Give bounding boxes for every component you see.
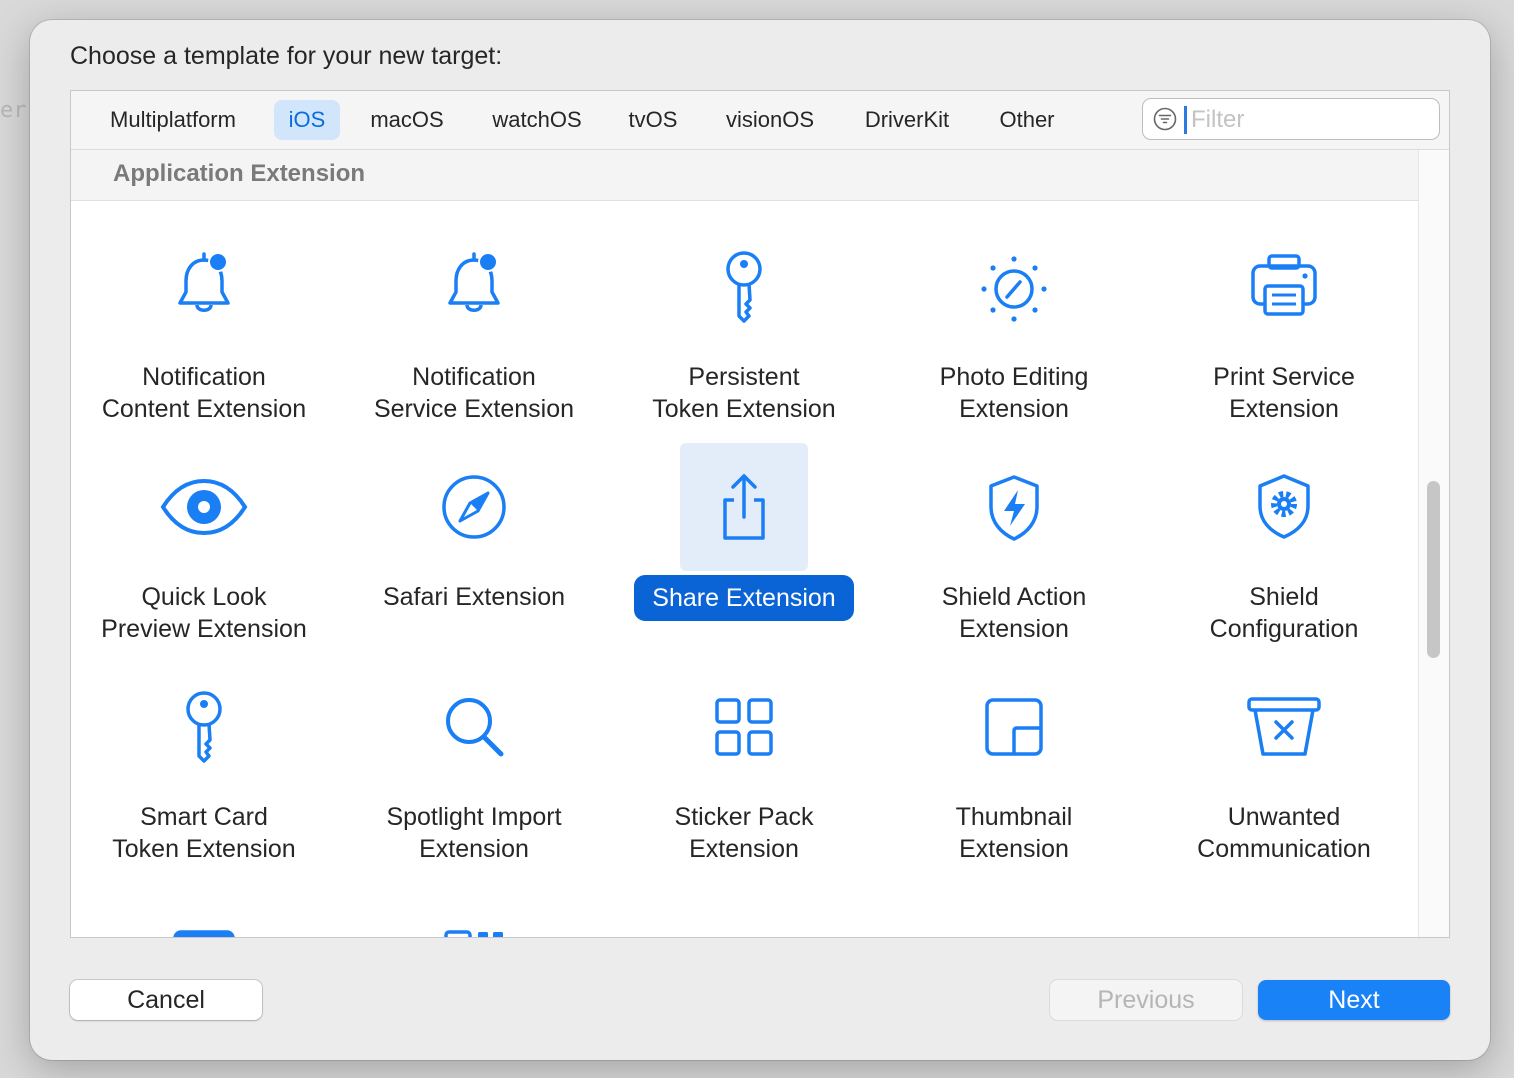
filter-input[interactable] (1189, 103, 1433, 137)
template-print-service-extension[interactable]: Print Service Extension (1154, 211, 1414, 423)
section-title: Application Extension (113, 160, 366, 187)
key-icon (726, 251, 762, 323)
shield-gear-icon (1258, 474, 1310, 539)
template-panel: Multiplatform iOS macOS watchOS tvOS vis… (70, 90, 1450, 938)
template-label: Shield Action Extension (941, 583, 1087, 643)
template-notification-content-extension[interactable]: Notification Content Extension (74, 211, 334, 423)
icon-container (410, 443, 538, 571)
template-safari-extension[interactable]: Safari Extension (344, 431, 604, 641)
icon-container (680, 223, 808, 351)
compass-icon (442, 475, 506, 539)
template-label: Quick Look Preview Extension (101, 583, 307, 643)
icon-container (950, 663, 1078, 791)
magnifying-glass-icon (446, 698, 504, 757)
icon-container (140, 443, 268, 571)
template-persistent-token-extension[interactable]: Persistent Token Extension (614, 211, 874, 423)
background-window-text: er (0, 98, 27, 123)
icon-container (1220, 443, 1348, 571)
icon-container (140, 223, 268, 351)
icon-container (950, 443, 1078, 571)
template-label: Safari Extension (382, 583, 566, 611)
tab-tvos[interactable]: tvOS (615, 100, 691, 140)
template-label: Print Service Extension (1213, 363, 1355, 423)
filter-field[interactable] (1142, 98, 1440, 140)
template-label: Notification Service Extension (373, 363, 575, 423)
tab-other[interactable]: Other (983, 100, 1071, 140)
calendar-window-icon (173, 930, 235, 937)
template-label: Thumbnail Extension (955, 803, 1073, 863)
widget-grid-icon (444, 930, 503, 937)
previous-button[interactable]: Previous (1050, 980, 1242, 1020)
bell-badge-icon (178, 252, 230, 312)
icon-container (140, 883, 268, 937)
template-thumbnail-extension[interactable]: Thumbnail Extension (884, 651, 1144, 863)
eye-icon (160, 478, 248, 536)
template-shield-configuration[interactable]: Shield Configuration (1154, 431, 1414, 643)
icon-container (140, 663, 268, 791)
template-photo-editing-extension[interactable]: Photo Editing Extension (884, 211, 1144, 423)
template-label: Photo Editing Extension (939, 363, 1089, 423)
tab-visionos[interactable]: visionOS (709, 100, 831, 140)
bell-badge-icon (448, 252, 500, 312)
new-target-dialog: Choose a template for your new target: M… (30, 20, 1490, 1060)
template-label: Smart Card Token Extension (112, 803, 296, 863)
icon-container (410, 223, 538, 351)
template-label: Sticker Pack Extension (674, 803, 814, 863)
share-icon (723, 474, 765, 540)
template-label: Shield Configuration (1209, 583, 1359, 643)
template-label: Spotlight Import Extension (386, 803, 562, 863)
printer-icon (1251, 254, 1317, 316)
text-cursor (1184, 106, 1187, 134)
section-header: Application Extension (71, 150, 1418, 201)
template-sticker-pack-extension[interactable]: Sticker Pack Extension (614, 651, 874, 863)
template-spotlight-import-extension[interactable]: Spotlight Import Extension (344, 651, 604, 863)
tab-ios[interactable]: iOS (274, 100, 340, 140)
icon-container (1220, 223, 1348, 351)
photo-editing-dial-icon (981, 256, 1047, 322)
grid-squares-icon (715, 698, 773, 756)
template-partially-visible[interactable] (74, 871, 334, 937)
template-label: Notification Content Extension (101, 363, 307, 423)
shield-bolt-icon (989, 475, 1039, 541)
icon-container (410, 663, 538, 791)
cancel-button[interactable]: Cancel (70, 980, 262, 1020)
icon-container (950, 223, 1078, 351)
dialog-title: Choose a template for your new target: (70, 42, 503, 70)
template-label: Persistent Token Extension (652, 363, 836, 423)
template-quick-look-preview-extension[interactable]: Quick Look Preview Extension (74, 431, 334, 643)
trash-x-icon (1247, 697, 1321, 756)
platform-tab-bar: Multiplatform iOS macOS watchOS tvOS vis… (71, 91, 1449, 150)
template-grid: Notification Content Extension Notificat… (71, 201, 1418, 937)
icon-container (1220, 663, 1348, 791)
template-shield-action-extension[interactable]: Shield Action Extension (884, 431, 1144, 643)
key-icon (186, 691, 222, 763)
icon-container (680, 443, 808, 571)
icon-container (680, 663, 808, 791)
tab-macos[interactable]: macOS (355, 100, 459, 140)
thumbnail-icon (985, 698, 1043, 756)
template-notification-service-extension[interactable]: Notification Service Extension (344, 211, 604, 423)
template-share-extension[interactable]: Share Extension (614, 431, 874, 641)
next-button[interactable]: Next (1258, 980, 1450, 1020)
template-label: Share Extension (634, 575, 854, 621)
filter-icon[interactable] (1153, 107, 1177, 131)
icon-container (410, 883, 538, 937)
template-unwanted-communication[interactable]: Unwanted Communication (1154, 651, 1414, 863)
tab-multiplatform[interactable]: Multiplatform (89, 100, 257, 140)
template-partially-visible[interactable] (344, 871, 604, 937)
tab-driverkit[interactable]: DriverKit (849, 100, 965, 140)
tab-watchos[interactable]: watchOS (477, 100, 597, 140)
scrollbar-thumb[interactable] (1427, 481, 1440, 658)
template-smart-card-token-extension[interactable]: Smart Card Token Extension (74, 651, 334, 863)
template-label: Unwanted Communication (1197, 803, 1371, 863)
